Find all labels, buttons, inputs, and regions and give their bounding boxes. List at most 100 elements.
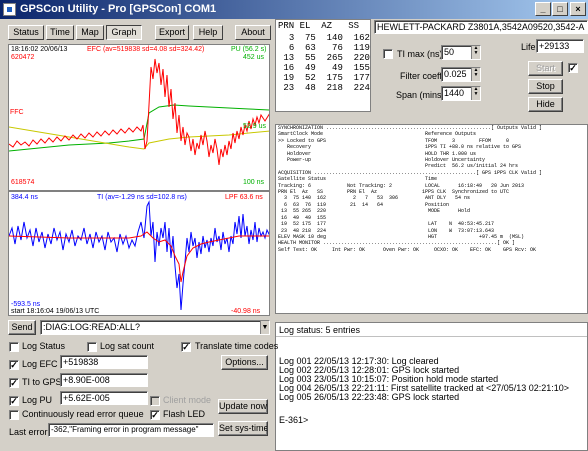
graph-timestamp: 18:16:02 20/06/13	[11, 46, 68, 53]
options-button[interactable]: Options...	[221, 355, 268, 370]
tab-map[interactable]: Map	[76, 25, 104, 40]
efc-pu-graph: 18:16:02 20/06/13 EFC (av=519838 sd=4.08…	[8, 44, 270, 191]
filter-coeff-label: Filter coeff	[400, 71, 442, 81]
log-sat-count-label: Log sat count	[100, 341, 155, 351]
close-button[interactable]: ×	[570, 2, 586, 16]
set-sys-time-button[interactable]: Set sys-time	[218, 421, 268, 436]
efc-max-label: 620472	[11, 54, 35, 61]
satellite-row: 23 48 218 224	[283, 83, 370, 93]
send-button[interactable]: Send	[8, 320, 36, 335]
filter-coeff-input[interactable]: 0.025 ▲ ▼	[441, 67, 481, 82]
graph-start-label: start 18:16:04 19/06/13 UTC	[11, 308, 100, 315]
span-spinner[interactable]: ▲ ▼	[471, 87, 480, 100]
span-value: 1440	[444, 88, 465, 98]
ti-value-field: +8.90E-008	[60, 373, 148, 387]
efc-value-field: +519838	[60, 355, 148, 369]
tab-time[interactable]: Time	[46, 25, 74, 40]
log-status-label: Log Status	[22, 341, 66, 351]
span-input[interactable]: 1440 ▲ ▼	[441, 86, 481, 101]
tab-graph[interactable]: Graph	[106, 25, 142, 40]
satellite-row: 3 75 140 162	[288, 33, 370, 43]
start-checkbox[interactable]: ✓	[568, 63, 578, 73]
pu-legend: PU (56.2 s)	[231, 46, 267, 53]
app-window: GPSCon Utility - Pro [GPSCon] COM1 _ □ ×…	[0, 0, 588, 451]
ti-max-checkbox[interactable]	[383, 49, 393, 59]
command-combo[interactable]: :DIAG:LOG:READ:ALL? ▼	[40, 320, 270, 335]
last-error-field: -362,"Framing error in program message"	[48, 423, 214, 437]
log-entry: Log 005 26/05/13 22:23:48: GPS lock star…	[279, 392, 460, 402]
command-value: :DIAG:LOG:READ:ALL?	[43, 322, 141, 332]
about-button[interactable]: About	[235, 25, 271, 40]
flash-led-checkbox[interactable]: ✓	[150, 410, 160, 420]
app-icon	[3, 3, 16, 16]
ti-min-label: -593.5 ns	[11, 301, 41, 308]
tab-status[interactable]: Status	[8, 25, 44, 40]
export-button[interactable]: Export	[155, 25, 189, 40]
flash-led-label: Flash LED	[163, 409, 206, 419]
lpf-legend: LPF 63.6 ns	[225, 194, 263, 201]
efc-trace	[9, 58, 269, 166]
ti-graph-svg	[9, 200, 269, 311]
log-sat-count-checkbox[interactable]	[87, 342, 97, 352]
update-now-button[interactable]: Update now	[218, 399, 268, 414]
log-status-checkbox[interactable]	[9, 342, 19, 352]
ti-max-value: 50	[444, 47, 455, 57]
ti-max-spinner[interactable]: ▲ ▼	[471, 46, 480, 59]
satellite-row: 16 49 49 155	[283, 63, 370, 73]
span-label: Span (mins)	[396, 90, 445, 100]
life-field: +29133	[536, 39, 584, 53]
continuous-read-label: Continuously read error queue	[22, 409, 144, 419]
filter-coeff-spinner[interactable]: ▲ ▼	[471, 68, 480, 81]
ti-max-input[interactable]: 50 ▲ ▼	[441, 45, 481, 60]
pu-trace	[9, 104, 269, 152]
log-pu-label: Log PU	[22, 395, 53, 405]
satellite-row: 13 55 265 220	[283, 53, 370, 63]
translate-time-label: Translate time codes	[195, 341, 279, 351]
log-status: Log status: 5 entries	[276, 323, 587, 337]
log-pu-checkbox[interactable]: ✓	[9, 396, 19, 406]
ti-max-label: 384.4 ns	[11, 194, 38, 201]
efc-min-label: 618574	[11, 179, 35, 186]
satellite-row: 6 63 76 119	[288, 43, 370, 53]
pu-max-label: 452 us	[243, 54, 265, 61]
client-mode-checkbox[interactable]	[150, 396, 160, 406]
lpf-min-label: -40.98 ns	[231, 308, 261, 315]
device-id-field: HEWLETT-PACKARD Z3801A,3542A09520,3542-A	[374, 20, 588, 34]
log-efc-checkbox[interactable]: ✓	[9, 360, 19, 370]
hide-button[interactable]: Hide	[528, 97, 563, 112]
title-bar[interactable]: GPSCon Utility - Pro [GPSCon] COM1 _ □ ×	[0, 0, 588, 19]
ti-to-gps-checkbox[interactable]: ✓	[9, 378, 19, 388]
efc-pu-graph-svg	[9, 58, 269, 166]
stop-button[interactable]: Stop	[528, 79, 563, 94]
minimize-button[interactable]: _	[535, 2, 551, 16]
efc-legend: EFC (av=519838 sd=4.08 sd=324.42)	[87, 46, 205, 53]
maximize-button[interactable]: □	[552, 2, 568, 16]
log-panel[interactable]: Log status: 5 entries Log 001 22/05/13 1…	[275, 322, 588, 451]
help-button[interactable]: Help	[193, 25, 223, 40]
efc-axis-label: FFC	[10, 109, 24, 116]
pu-value-field: +5.62E-005	[60, 391, 148, 405]
satellite-table: PRN EL AZ SS 3 75 140 162 6 63 76 119 13…	[275, 19, 371, 112]
ti-max-label: TI max (ns)	[397, 49, 443, 59]
ti-trace	[9, 200, 269, 311]
status-line: Self Test: OK Int Pwr: OK Oven Pwr: OK O…	[278, 246, 537, 253]
window-title: GPSCon Utility - Pro [GPSCon] COM1	[20, 3, 217, 15]
pu-min-label: 100 ns	[243, 179, 265, 186]
life-label: Life	[521, 42, 536, 52]
continuous-read-checkbox[interactable]	[9, 410, 19, 420]
ti-graph: 384.4 ns TI (av=-1.29 ns sd=102.8 ns) LP…	[8, 191, 270, 316]
last-error-label: Last error	[9, 427, 48, 437]
filter-trace	[9, 126, 269, 150]
client-mode-label: Client mode	[163, 395, 212, 405]
satellite-row: 19 52 175 177	[283, 73, 370, 83]
pu-mid-label: 52.9 us	[243, 123, 266, 130]
ti-to-gps-label: TI to GPS	[22, 377, 62, 387]
start-button[interactable]: Start	[528, 61, 563, 76]
filter-coeff-value: 0.025	[444, 69, 467, 79]
satellite-header: PRN EL AZ SS	[278, 21, 360, 31]
chevron-down-icon[interactable]: ▼	[260, 321, 269, 334]
log-last-code: E-361>	[279, 415, 309, 425]
status-monitor: SYNCHRONIZATION ........................…	[275, 124, 588, 314]
ti-legend: TI (av=-1.29 ns sd=102.8 ns)	[97, 194, 187, 201]
translate-time-checkbox[interactable]: ✓	[181, 342, 191, 352]
